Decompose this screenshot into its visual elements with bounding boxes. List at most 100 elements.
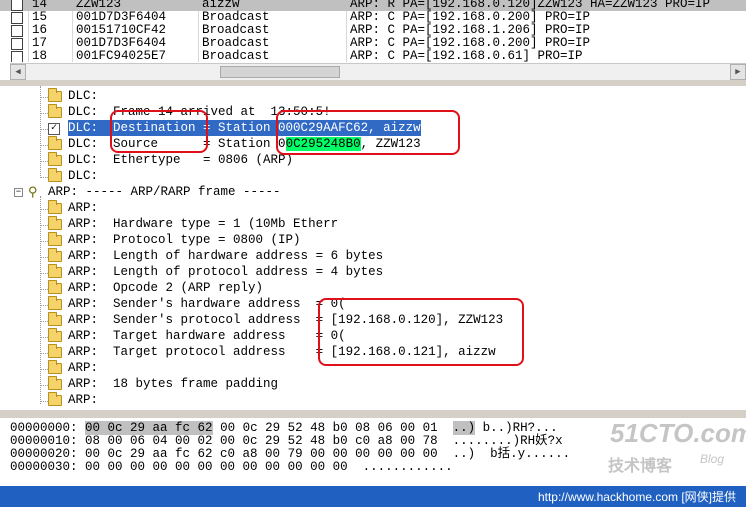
field-text: Target hardware address = 0( <box>113 329 346 343</box>
field-text: Hardware type = 1 (10Mb Etherr <box>113 217 339 231</box>
dlc-field-row[interactable]: DLC: <box>68 168 113 184</box>
packet-list-scrollbar[interactable]: ◀ ▶ <box>10 63 746 81</box>
status-text: http://www.hackhome.com [网侠]提供 <box>537 490 736 504</box>
field-text: Length of protocol address = 4 bytes <box>113 265 384 279</box>
hex-offset: 00000010: <box>10 434 78 448</box>
row-checkbox[interactable] <box>11 38 23 50</box>
packet-destination: Broadcast <box>202 49 270 63</box>
arp-field-row[interactable]: ARP: Length of hardware address = 6 byte… <box>68 248 383 264</box>
ascii-text: b..)RH?... <box>475 421 558 435</box>
hex-row: 00000030: 00 00 00 00 00 00 00 00 00 00 … <box>10 461 453 474</box>
row-checkbox[interactable] <box>11 51 23 62</box>
folder-icon <box>48 344 62 358</box>
arp-field-row[interactable]: ARP: <box>68 360 113 376</box>
field-prefix: ARP: <box>68 345 99 359</box>
field-prefix: DLC: <box>68 121 99 135</box>
field-text: 18 bytes frame padding <box>113 377 279 391</box>
row-checkbox[interactable] <box>11 12 23 24</box>
folder-icon <box>48 216 62 230</box>
scroll-right-icon[interactable]: ▶ <box>730 64 746 80</box>
hex-bytes: 00 00 00 00 00 00 00 00 00 00 00 00 <box>85 460 348 474</box>
field-prefix: ARP: <box>68 313 99 327</box>
folder-icon <box>48 136 62 150</box>
field-prefix: ARP: <box>68 265 99 279</box>
field-prefix: ARP: <box>68 281 99 295</box>
collapse-icon[interactable]: − <box>14 188 23 197</box>
folder-icon <box>48 360 62 374</box>
protocol-icon: ⚲ <box>28 185 38 200</box>
arp-section-header[interactable]: ARP: ----- ARP/RARP frame ----- <box>48 184 281 200</box>
ascii-text: ............ <box>362 460 453 474</box>
field-prefix: ARP: <box>68 361 99 375</box>
annotation-box-field-names <box>110 110 208 153</box>
field-text: Sender's hardware address = 0( <box>113 297 346 311</box>
arp-field-row[interactable]: ARP: <box>68 392 113 408</box>
field-prefix: DLC: <box>68 137 99 151</box>
folder-icon <box>48 232 62 246</box>
folder-icon <box>48 296 62 310</box>
field-prefix: ARP: <box>68 297 99 311</box>
annotation-box-protocol-addresses <box>318 298 524 366</box>
checked-node-icon: ✓ <box>48 123 60 135</box>
arp-field-row[interactable]: ARP: Opcode 2 (ARP reply) <box>68 280 263 296</box>
folder-icon <box>48 392 62 406</box>
hex-offset: 00000030: <box>10 460 78 474</box>
arp-field-row[interactable]: ARP: Protocol type = 0800 (IP) <box>68 232 301 248</box>
field-text: Ethertype = 0806 (ARP) <box>113 153 294 167</box>
folder-icon <box>48 200 62 214</box>
field-text: Protocol type = 0800 (IP) <box>113 233 301 247</box>
field-prefix: ARP: <box>68 217 99 231</box>
field-prefix: DLC: <box>68 169 99 183</box>
row-checkbox[interactable] <box>11 25 23 37</box>
hex-bytes: 00 0c 29 52 48 b0 08 06 00 01 <box>212 421 438 435</box>
folder-icon <box>48 104 62 118</box>
folder-icon <box>48 152 62 166</box>
field-prefix: ARP: <box>68 377 99 391</box>
hex-dump-pane: 00000000: 00 0c 29 aa fc 62 00 0c 29 52 … <box>0 420 746 486</box>
packet-source: 001FC94025E7 <box>76 49 167 63</box>
arp-field-row[interactable]: ARP: Sender's hardware address = 0( <box>68 296 346 312</box>
folder-icon <box>48 312 62 326</box>
field-text: Length of hardware address = 6 bytes <box>113 249 384 263</box>
arp-field-row[interactable]: ARP: <box>68 200 113 216</box>
dlc-field-row[interactable]: DLC: <box>68 88 113 104</box>
folder-icon <box>48 248 62 262</box>
scroll-thumb[interactable] <box>220 66 340 78</box>
pane-splitter-2[interactable] <box>0 410 746 418</box>
folder-icon <box>48 328 62 342</box>
hex-offset: 00000020: <box>10 447 78 461</box>
field-prefix: ARP: <box>68 393 99 407</box>
hex-bytes: 00 0c 29 aa fc 62 c0 a8 00 79 00 00 00 0… <box>85 447 438 461</box>
row-checkbox[interactable] <box>11 0 23 11</box>
arp-field-row[interactable]: ARP: Length of protocol address = 4 byte… <box>68 264 383 280</box>
folder-icon <box>48 88 62 102</box>
folder-icon <box>48 376 62 390</box>
ascii-text: ........)RH妖?x <box>452 434 563 448</box>
field-prefix: DLC: <box>68 105 99 119</box>
folder-icon <box>48 280 62 294</box>
scroll-left-icon[interactable]: ◀ <box>10 64 26 80</box>
field-prefix: DLC: <box>68 153 99 167</box>
packet-number: 18 <box>32 49 48 63</box>
field-prefix: ARP: <box>68 233 99 247</box>
arp-field-row[interactable]: ARP: Target hardware address = 0( <box>68 328 346 344</box>
folder-icon <box>48 168 62 182</box>
packet-detail-tree: DLC: DLC: Frame 14 arrived at 13:50:5! ✓ D… <box>0 86 746 410</box>
field-text: Opcode 2 (ARP reply) <box>113 281 264 295</box>
hex-offset: 00000000: <box>10 421 78 435</box>
ascii-text: ..) b括.y...... <box>452 447 571 461</box>
packet-row[interactable]: 18 001FC94025E7 Broadcast ARP: C PA=[192.16… <box>0 50 746 62</box>
arp-field-row[interactable]: ARP: 18 bytes frame padding <box>68 376 278 392</box>
packet-summary: ARP: C PA=[192.168.0.61] PRO=IP <box>350 49 583 63</box>
annotation-box-mac-addresses <box>276 110 460 155</box>
hex-bytes-highlighted: 00 0c 29 aa fc 62 <box>85 421 213 435</box>
arp-field-row[interactable]: ARP: Hardware type = 1 (10Mb Etherr <box>68 216 338 232</box>
status-bar: http://www.hackhome.com [网侠]提供 <box>0 486 746 507</box>
dlc-field-row[interactable]: DLC: Ethertype = 0806 (ARP) <box>68 152 293 168</box>
field-prefix: DLC: <box>68 89 99 103</box>
packet-list[interactable]: 14 ZZW123 aizzw ARP: R PA=[192.168.0.120]ZZ… <box>0 0 746 62</box>
ascii-highlighted: ..) <box>452 421 476 435</box>
folder-icon <box>48 264 62 278</box>
field-prefix: ARP: <box>68 329 99 343</box>
hex-bytes: 08 00 06 04 00 02 00 0c 29 52 48 b0 c0 a… <box>85 434 438 448</box>
